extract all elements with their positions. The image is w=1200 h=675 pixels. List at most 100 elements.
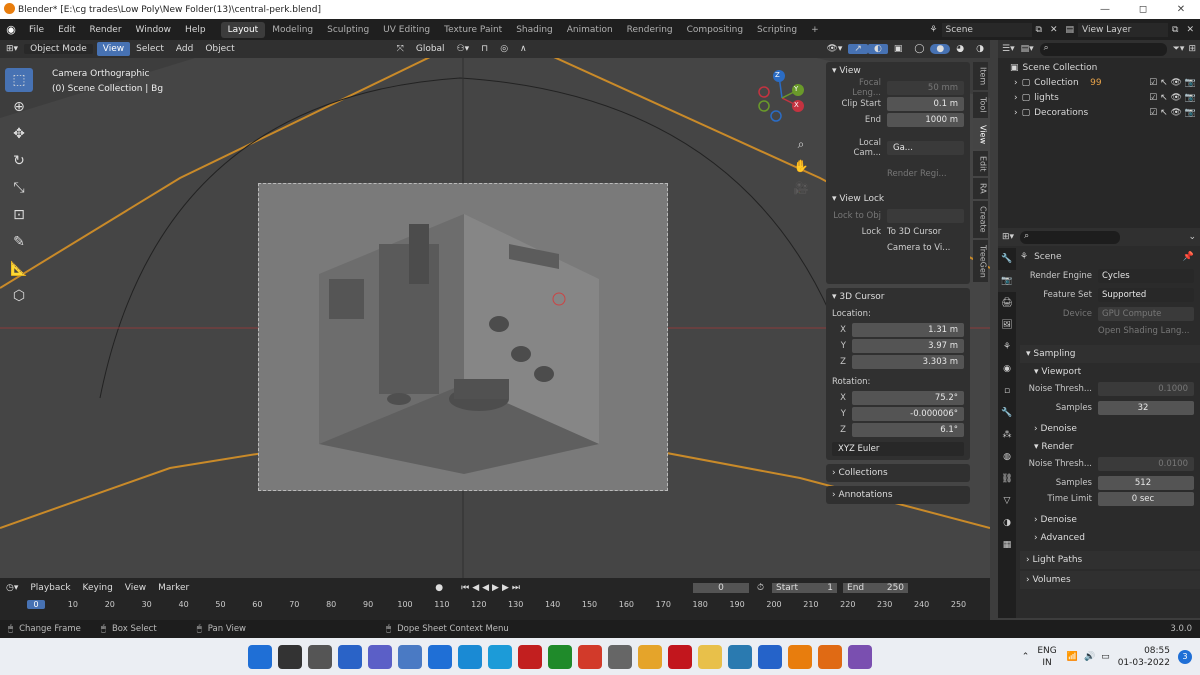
object-tab-icon[interactable]: ▫ bbox=[998, 380, 1016, 402]
maximize-button[interactable]: ◻ bbox=[1124, 4, 1162, 15]
properties-search-input[interactable]: ⌕ bbox=[1020, 230, 1121, 244]
menu-file[interactable]: File bbox=[22, 25, 51, 35]
world-tab-icon[interactable]: ◉ bbox=[998, 358, 1016, 380]
language-indicator[interactable]: ENG IN bbox=[1037, 645, 1056, 669]
rotate-tool-icon[interactable]: ↻ bbox=[5, 149, 33, 173]
installer-icon[interactable] bbox=[728, 644, 752, 669]
light-paths-header[interactable]: › Light Paths bbox=[1020, 551, 1200, 569]
physics-tab-icon[interactable]: ◍ bbox=[998, 446, 1016, 468]
open-shading-language-checkbox[interactable]: Open Shading Lang... bbox=[1098, 326, 1189, 336]
tab-edit[interactable]: Edit bbox=[972, 150, 988, 177]
c-app-icon[interactable] bbox=[578, 644, 602, 669]
widgets-icon[interactable] bbox=[338, 644, 362, 669]
wireframe-shading-icon[interactable]: ◯ bbox=[908, 44, 930, 54]
start-frame-field[interactable]: Start 1 bbox=[772, 582, 838, 593]
menu-render[interactable]: Render bbox=[83, 25, 129, 35]
render-samples-field[interactable]: 512 bbox=[1098, 476, 1194, 490]
sampling-header[interactable]: ▾ Sampling bbox=[1020, 345, 1200, 363]
cursor-location-y[interactable]: 3.97 m bbox=[852, 339, 964, 353]
mcafee-icon[interactable] bbox=[518, 644, 542, 669]
mail-icon[interactable] bbox=[428, 644, 452, 669]
edge-icon[interactable] bbox=[458, 644, 482, 669]
clip-start-field[interactable]: 0.1 m bbox=[887, 97, 964, 111]
measure-tool-icon[interactable]: 📐 bbox=[5, 257, 33, 281]
tab-create[interactable]: Create bbox=[972, 200, 988, 238]
wifi-icon[interactable]: 📶 bbox=[1067, 652, 1078, 662]
new-scene-icon[interactable]: ⧉ bbox=[1036, 25, 1042, 35]
stopwatch-icon[interactable]: ⏱ bbox=[757, 583, 764, 593]
add-cube-tool-icon[interactable]: ⬡ bbox=[5, 284, 33, 308]
expand-arrow-icon[interactable]: › bbox=[1014, 78, 1018, 88]
render-subpanel-header[interactable]: ▾ Render bbox=[1020, 438, 1200, 456]
display-mode-icon[interactable]: ▤▾ bbox=[1021, 44, 1034, 54]
scale-tool-icon[interactable]: ⤡ bbox=[5, 176, 33, 200]
lock-to-object-field[interactable] bbox=[887, 209, 964, 223]
new-view-layer-icon[interactable]: ⧉ bbox=[1172, 25, 1178, 35]
object-mode-dropdown[interactable]: Object Mode bbox=[24, 44, 93, 54]
editor-type-icon[interactable]: ⊞▾ bbox=[0, 44, 24, 54]
render-denoise-header[interactable]: › Denoise bbox=[1020, 511, 1200, 529]
orientation-icon[interactable]: ⤧ bbox=[391, 44, 410, 54]
xbox-icon[interactable] bbox=[548, 644, 572, 669]
gizmo-toggle-icon[interactable]: ↗ bbox=[848, 44, 868, 54]
cursor-rotation-y[interactable]: -0.000006° bbox=[852, 407, 964, 421]
volumes-header[interactable]: › Volumes bbox=[1020, 571, 1200, 589]
options-dropdown-icon[interactable]: ⌄ bbox=[1188, 232, 1196, 242]
teams-chat-icon[interactable] bbox=[368, 644, 392, 669]
outliner-editor-icon[interactable]: ☰▾ bbox=[1002, 44, 1015, 54]
tab-item[interactable]: Item bbox=[972, 62, 988, 91]
tab-compositing[interactable]: Compositing bbox=[680, 22, 750, 38]
pan-hand-icon[interactable]: ✋ bbox=[792, 155, 810, 177]
menu-view[interactable]: View bbox=[96, 42, 131, 56]
snap-icon[interactable]: ⊓ bbox=[475, 44, 494, 54]
collections-panel-header[interactable]: › Collections bbox=[826, 464, 970, 482]
tab-uv-editing[interactable]: UV Editing bbox=[376, 22, 437, 38]
viewport-subpanel-header[interactable]: ▾ Viewport bbox=[1020, 363, 1200, 381]
lock-to-3d-cursor-checkbox[interactable]: To 3D Cursor bbox=[887, 227, 941, 237]
transform-tool-icon[interactable]: ⊡ bbox=[5, 203, 33, 227]
cursor-location-z[interactable]: 3.303 m bbox=[852, 355, 964, 369]
camera-view-icon[interactable]: 🎥 bbox=[792, 177, 810, 199]
outliner-row-scene-collection[interactable]: ▣ Scene Collection bbox=[998, 60, 1200, 75]
tab-layout[interactable]: Layout bbox=[220, 21, 266, 38]
tab-modeling[interactable]: Modeling bbox=[265, 22, 320, 38]
search-icon[interactable] bbox=[278, 644, 302, 669]
current-frame-field[interactable]: 0 bbox=[693, 582, 749, 593]
camera-to-view-checkbox[interactable]: Camera to Vi... bbox=[887, 243, 950, 253]
3d-cursor-header[interactable]: ▾ 3D Cursor bbox=[826, 288, 970, 306]
rotation-mode-dropdown[interactable]: XYZ Euler bbox=[832, 442, 964, 456]
constraints-tab-icon[interactable]: ⛓ bbox=[998, 468, 1016, 490]
timeline-editor-icon[interactable]: ◷▾ bbox=[0, 583, 24, 593]
focal-length-field[interactable]: 50 mm bbox=[887, 81, 964, 95]
filter-icon[interactable]: ⏷▾ bbox=[1173, 44, 1185, 54]
overlays-toggle-icon[interactable]: ◐ bbox=[867, 44, 888, 54]
playback-menu[interactable]: Playback bbox=[24, 583, 76, 593]
scene-tab-icon[interactable]: ⚘ bbox=[998, 336, 1016, 358]
pivot-icon[interactable]: ⚇▾ bbox=[451, 44, 476, 54]
modifier-tab-icon[interactable]: 🔧 bbox=[998, 402, 1016, 424]
add-workspace-icon[interactable]: + bbox=[804, 22, 826, 38]
visibility-toggles[interactable]: ☑ ↖ 👁 📷 bbox=[1149, 108, 1196, 118]
outliner-row-collection[interactable]: › ▢ Collection 99 ☑ ↖ 👁 📷 bbox=[998, 75, 1200, 90]
vlc-icon[interactable] bbox=[818, 644, 842, 669]
tab-rendering[interactable]: Rendering bbox=[620, 22, 680, 38]
tray-chevron-icon[interactable]: ⌃ bbox=[1022, 652, 1030, 662]
visibility-icon[interactable]: 👁▾ bbox=[820, 44, 848, 54]
view-layer-selector[interactable]: View Layer bbox=[1078, 22, 1169, 37]
tab-treegen[interactable]: TreeGen bbox=[972, 239, 988, 283]
select-box-tool-icon[interactable]: ⬚ bbox=[5, 68, 33, 92]
advanced-header[interactable]: › Advanced bbox=[1020, 529, 1200, 547]
move-tool-icon[interactable]: ✥ bbox=[5, 122, 33, 146]
pin-icon[interactable]: 📌 bbox=[1183, 252, 1194, 262]
scene-icon[interactable]: ⚘ bbox=[929, 25, 937, 35]
close-button[interactable]: ✕ bbox=[1162, 4, 1200, 15]
local-camera-field[interactable]: Ga... bbox=[887, 141, 964, 155]
render-region-checkbox[interactable]: Render Regi... bbox=[887, 169, 947, 179]
navigation-gizmo[interactable]: Z Y X bbox=[752, 68, 812, 128]
menu-object[interactable]: Object bbox=[199, 44, 240, 54]
view-layer-tab-icon[interactable]: 🖼 bbox=[998, 314, 1016, 336]
tab-ra[interactable]: RA bbox=[972, 178, 988, 199]
new-collection-icon[interactable]: ⊞ bbox=[1188, 44, 1196, 54]
tab-scripting[interactable]: Scripting bbox=[750, 22, 804, 38]
falloff-icon[interactable]: ∧ bbox=[514, 44, 533, 54]
